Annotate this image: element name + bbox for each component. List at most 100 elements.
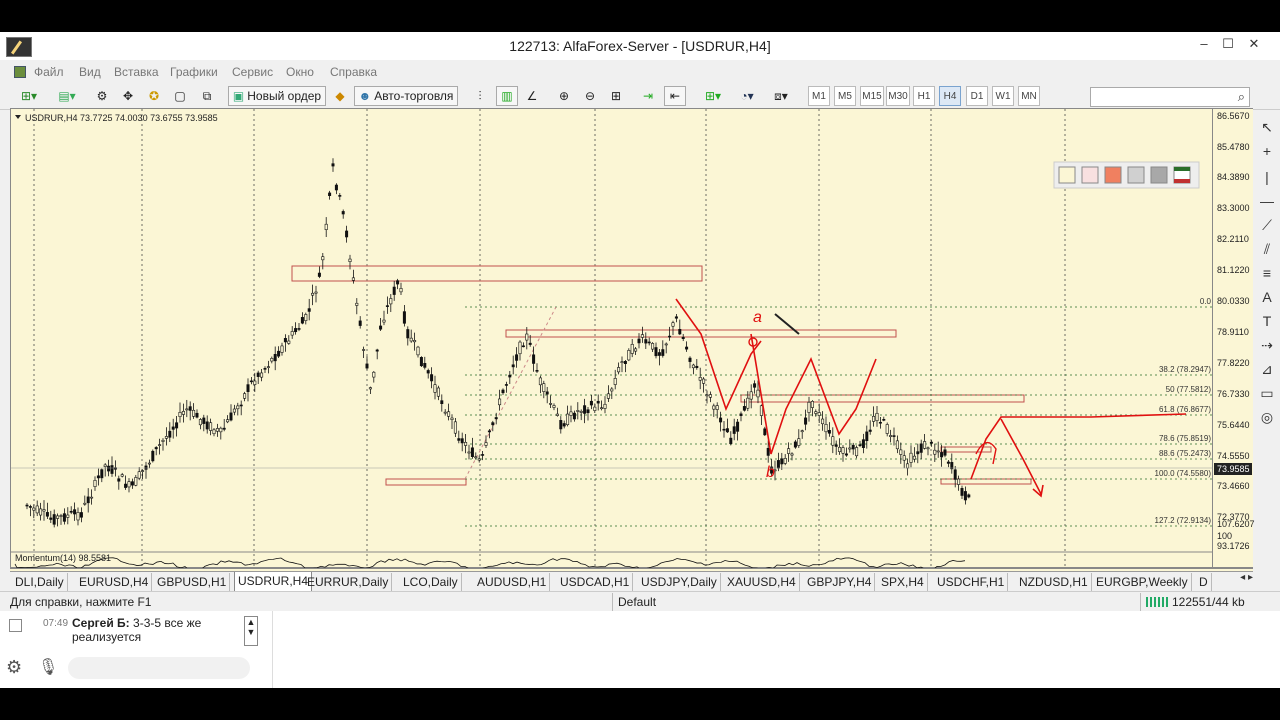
gann-icon[interactable]: ⊿: [1258, 360, 1276, 378]
candle-body: [899, 449, 903, 455]
arrows-icon[interactable]: ⇢: [1258, 336, 1276, 354]
bar-chart-icon[interactable]: ⫶: [470, 86, 490, 106]
menu-tools[interactable]: Сервис: [232, 65, 273, 79]
menu-window[interactable]: Окно: [286, 65, 314, 79]
indicators-icon[interactable]: ⊞▾: [698, 86, 728, 106]
text-icon[interactable]: A: [1258, 288, 1276, 306]
chart-shift-icon[interactable]: ⇥: [638, 86, 658, 106]
chat-checkbox[interactable]: [9, 619, 22, 632]
tf-m15-button[interactable]: M15: [860, 86, 884, 106]
symbol-tab[interactable]: EURRUR,Daily: [304, 573, 393, 591]
autoscroll-icon[interactable]: ⇤: [664, 86, 686, 106]
symbol-tab[interactable]: USDCAD,H1: [557, 573, 634, 591]
symbol-tab[interactable]: EURGBP,Weekly: [1093, 573, 1192, 591]
tf-d1-button[interactable]: D1: [966, 86, 988, 106]
tab-scroll-arrows[interactable]: ◂ ▸: [1205, 572, 1253, 590]
label-icon[interactable]: T: [1258, 312, 1276, 330]
symbol-tab[interactable]: USDJPY,Daily: [638, 573, 721, 591]
navigator-icon[interactable]: ✥: [118, 86, 138, 106]
cursor-icon[interactable]: ↖: [1258, 118, 1276, 136]
horizontal-line-icon[interactable]: —: [1258, 192, 1276, 210]
chat-input[interactable]: [68, 657, 250, 679]
tf-m1-button[interactable]: M1: [808, 86, 830, 106]
candle-body: [185, 408, 189, 411]
candle-body: [722, 428, 726, 431]
close-button[interactable]: ✕: [1240, 36, 1268, 54]
market-watch-icon[interactable]: ⚙: [92, 86, 112, 106]
symbol-tab[interactable]: LCO,Daily: [400, 573, 462, 591]
menu-view[interactable]: Вид: [79, 65, 101, 79]
symbol-tab[interactable]: DLI,Daily: [12, 573, 68, 591]
candle-body: [402, 311, 406, 324]
pen-cursor-icon: [774, 313, 800, 335]
tf-m30-button[interactable]: M30: [886, 86, 910, 106]
symbol-tab[interactable]: GBPUSD,H1: [154, 573, 231, 591]
templates-icon[interactable]: ⧈▾: [766, 86, 796, 106]
maximize-button[interactable]: ☐: [1214, 36, 1242, 54]
tf-h1-button[interactable]: H1: [913, 86, 935, 106]
symbol-tab[interactable]: GBPJPY,H4: [804, 573, 876, 591]
tester-icon[interactable]: ⧉: [196, 86, 218, 106]
tf-m5-button[interactable]: M5: [834, 86, 856, 106]
symbol-tab[interactable]: NZDUSD,H1: [1016, 573, 1092, 591]
candle-body: [168, 430, 172, 438]
symbol-tab[interactable]: XAUUSD,H4: [724, 573, 800, 591]
microphone-icon[interactable]: 🎙: [38, 657, 58, 677]
terminal-icon[interactable]: ▢: [170, 86, 190, 106]
data-window-icon[interactable]: ✪: [144, 86, 164, 106]
candle-body: [708, 394, 712, 398]
cycles-icon[interactable]: ◎: [1258, 408, 1276, 426]
candle-body: [776, 460, 780, 469]
fibonacci-icon[interactable]: ≡: [1258, 264, 1276, 282]
candle-body: [389, 298, 393, 305]
chart-window[interactable]: USDRUR,H4 73.7725 74.0030 73.6755 73.958…: [10, 108, 1214, 569]
candle-body: [882, 419, 886, 421]
symbol-tab[interactable]: EURUSD,H4: [76, 573, 153, 591]
channel-icon[interactable]: ⫽: [1258, 240, 1276, 258]
symbol-tab[interactable]: SPX,H4: [878, 573, 928, 591]
search-input[interactable]: ⌕: [1090, 87, 1250, 107]
candle-body: [732, 426, 736, 434]
gear-icon[interactable]: ⚙: [6, 657, 22, 678]
candles-icon[interactable]: ▥: [496, 86, 518, 106]
menu-help[interactable]: Справка: [330, 65, 377, 79]
shapes-icon[interactable]: ▭: [1258, 384, 1276, 402]
chat-scroll[interactable]: ▲ ▼: [244, 616, 258, 646]
periods-icon[interactable]: ◔▾: [732, 86, 762, 106]
menu-insert[interactable]: Вставка: [114, 65, 159, 79]
menu-charts[interactable]: Графики: [170, 65, 218, 79]
new-chart-icon[interactable]: ⊞▾: [14, 86, 44, 106]
new-order-button[interactable]: ▣ Новый ордер: [228, 86, 326, 106]
symbol-tab[interactable]: USDRUR,H4: [234, 572, 313, 592]
candle-body: [940, 452, 944, 458]
zoom-out-icon[interactable]: ⊖: [580, 86, 600, 106]
line-chart-icon[interactable]: ∠: [522, 86, 542, 106]
auto-trading-button[interactable]: ☻ Авто-торговля: [354, 86, 458, 106]
candle-body: [474, 456, 478, 459]
tf-h4-button[interactable]: H4: [939, 86, 961, 106]
candle-body: [814, 411, 818, 414]
symbol-tab[interactable]: AUDUSD,H1: [474, 573, 551, 591]
candle-body: [86, 496, 90, 504]
candle-body: [906, 463, 910, 469]
candle-body: [967, 494, 971, 498]
profiles-icon[interactable]: ▤▾: [52, 86, 82, 106]
candle-body: [300, 317, 304, 324]
candle-body: [552, 405, 556, 408]
candle-body: [742, 406, 746, 411]
fib-label: 127.2 (72.9134): [1155, 516, 1212, 525]
zoom-in-icon[interactable]: ⊕: [554, 86, 574, 106]
trendline-icon[interactable]: ⟋: [1258, 216, 1276, 234]
metaeditor-icon[interactable]: ◆: [330, 86, 350, 106]
vertical-line-icon[interactable]: |: [1258, 168, 1276, 186]
candle-body: [266, 366, 270, 368]
tf-w1-button[interactable]: W1: [992, 86, 1014, 106]
candle-body: [151, 450, 155, 462]
symbol-tab[interactable]: USDCHF,H1: [934, 573, 1009, 591]
candle-body: [447, 411, 451, 417]
tile-windows-icon[interactable]: ⊞: [606, 86, 626, 106]
candle-body: [535, 370, 539, 372]
menu-file[interactable]: Файл: [34, 65, 64, 79]
tf-mn-button[interactable]: MN: [1018, 86, 1040, 106]
crosshair-icon[interactable]: +: [1258, 142, 1276, 160]
